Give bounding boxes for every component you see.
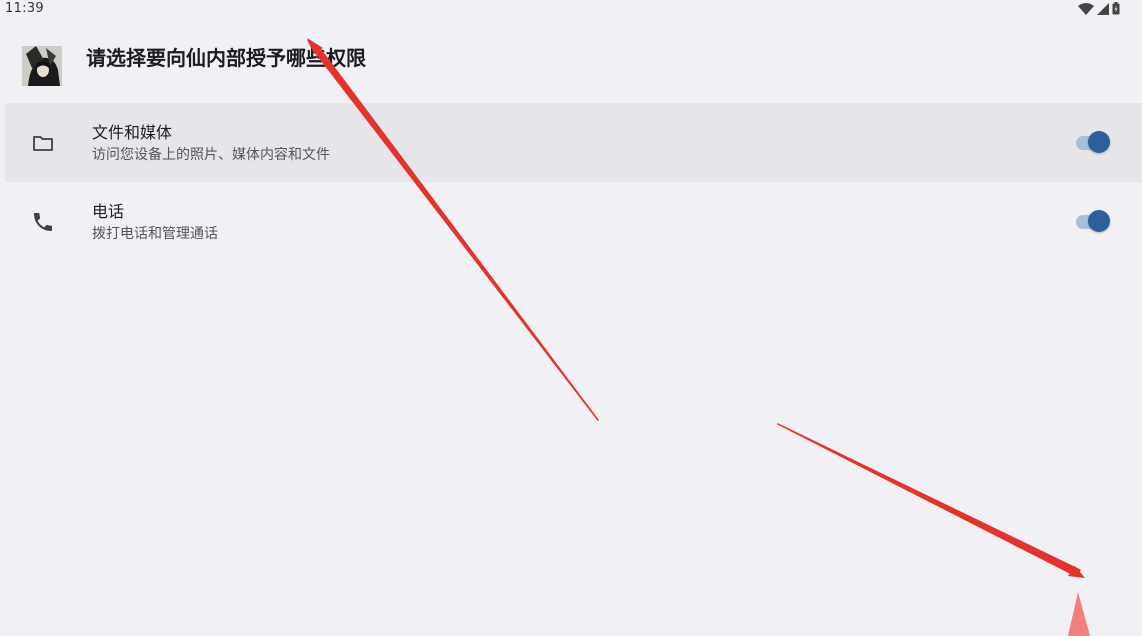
folder-icon bbox=[31, 131, 55, 155]
annotation-arrowhead-down bbox=[1068, 566, 1085, 578]
title-prefix: 请选择要向 bbox=[86, 46, 186, 70]
app-name: 仙内部 bbox=[186, 46, 246, 70]
title-suffix: 授予哪些权限 bbox=[246, 46, 366, 70]
page-title: 请选择要向仙内部授予哪些权限 bbox=[86, 44, 366, 72]
app-icon bbox=[22, 46, 62, 86]
annotation-glow bbox=[1068, 592, 1090, 636]
battery-icon bbox=[1112, 2, 1120, 15]
status-time: 11:39 bbox=[5, 1, 44, 16]
annotation-arrow-down bbox=[777, 423, 1081, 577]
wifi-icon bbox=[1078, 2, 1094, 15]
cell-signal-icon bbox=[1097, 2, 1109, 15]
toggle-thumb bbox=[1088, 210, 1110, 232]
annotation-arrows bbox=[307, 38, 1090, 636]
permission-row-files-media[interactable]: 文件和媒体 访问您设备上的照片、媒体内容和文件 bbox=[5, 103, 1142, 182]
permission-list: 文件和媒体 访问您设备上的照片、媒体内容和文件 电话 拨打电话和管理通话 bbox=[5, 103, 1142, 261]
phone-toggle[interactable] bbox=[1076, 209, 1112, 233]
permission-title: 电话 bbox=[92, 202, 125, 221]
status-icons bbox=[1078, 2, 1120, 15]
status-bar: 11:39 bbox=[0, 0, 1142, 20]
permission-title: 文件和媒体 bbox=[92, 123, 173, 142]
toggle-thumb bbox=[1088, 131, 1110, 153]
permission-row-phone[interactable]: 电话 拨打电话和管理通话 bbox=[5, 182, 1142, 261]
permission-description: 拨打电话和管理通话 bbox=[92, 226, 218, 242]
files-media-toggle[interactable] bbox=[1076, 130, 1112, 154]
permission-description: 访问您设备上的照片、媒体内容和文件 bbox=[92, 147, 330, 163]
phone-icon bbox=[31, 210, 55, 234]
